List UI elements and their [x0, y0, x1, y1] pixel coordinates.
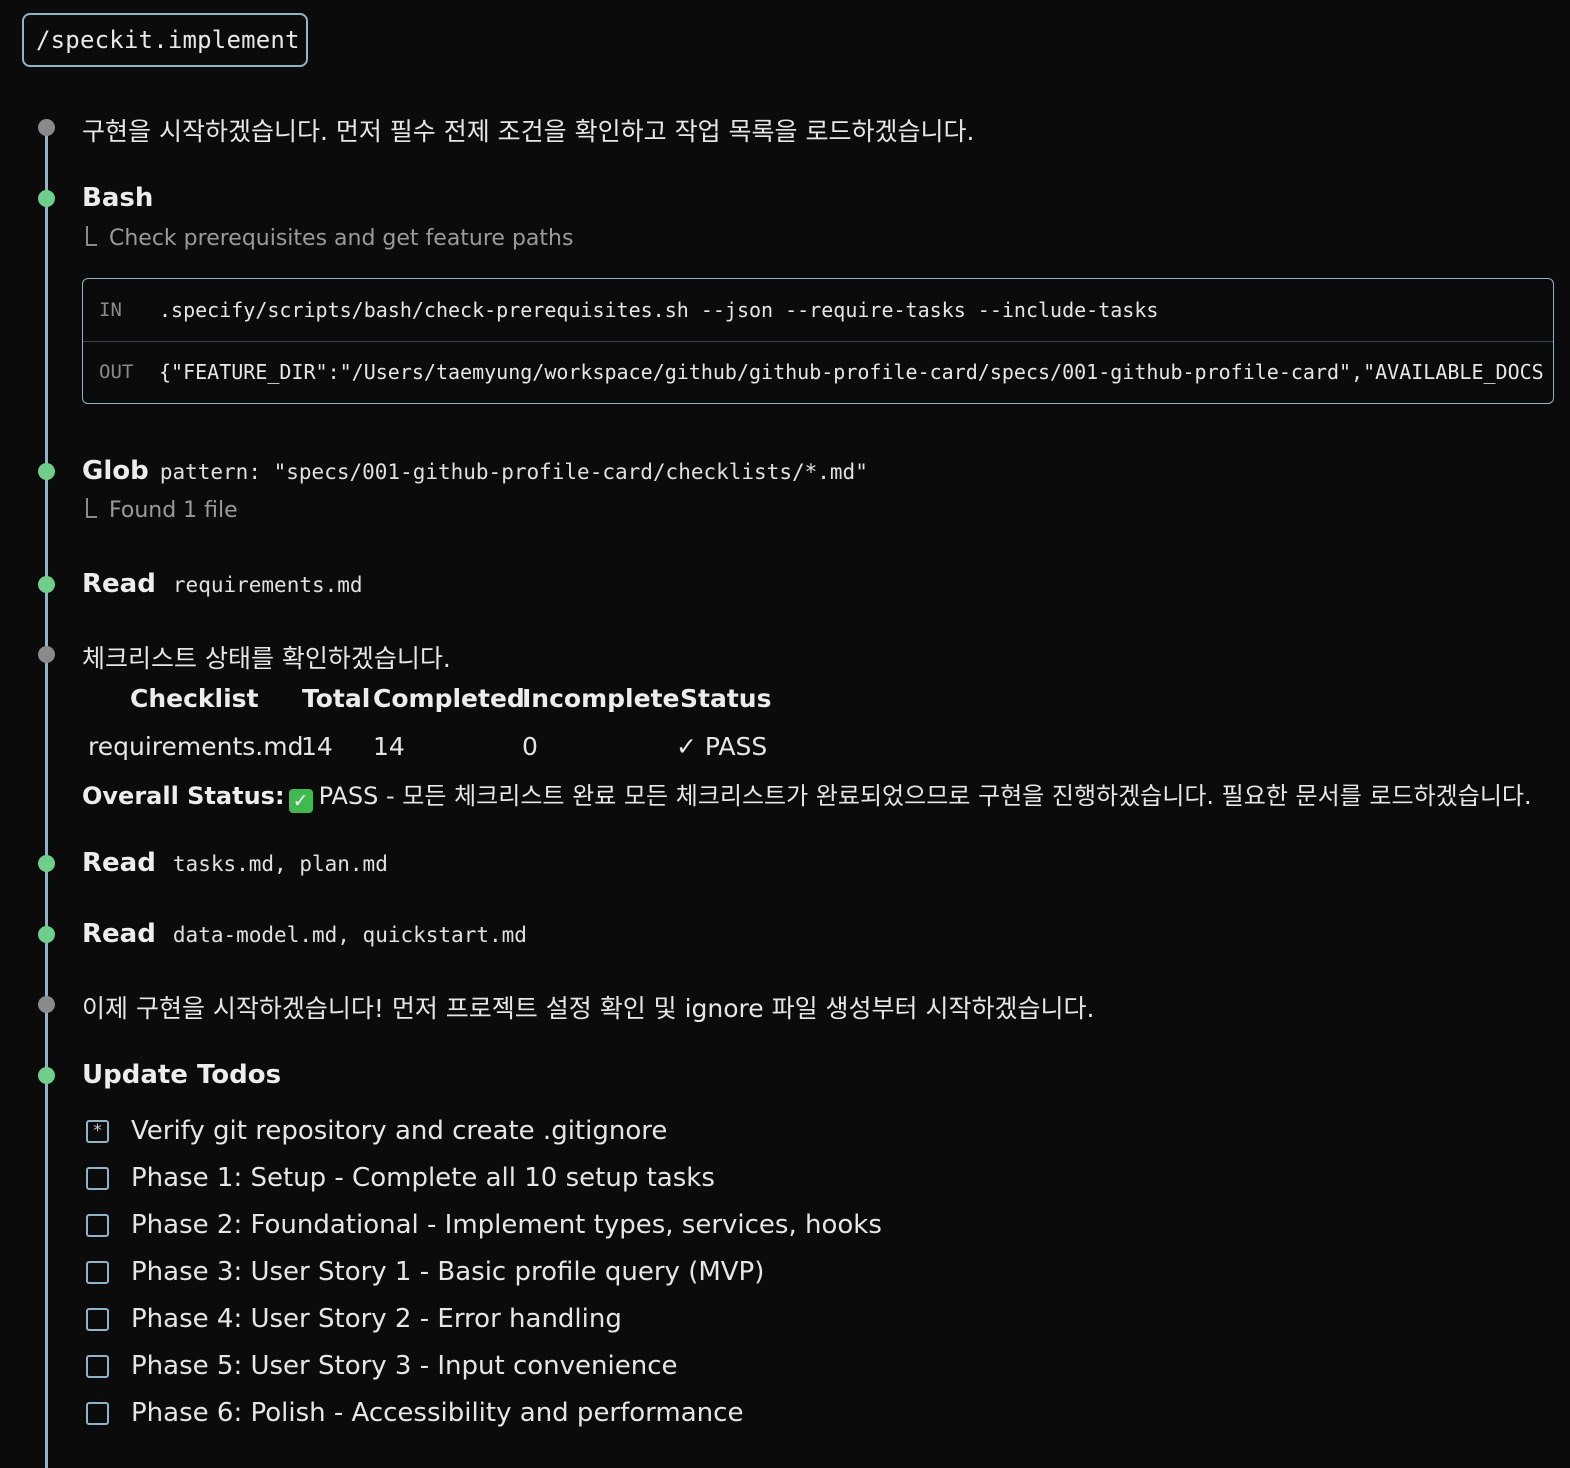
todo-label: Phase 2: Foundational - Implement types,…	[131, 1210, 882, 1240]
todo-checkbox[interactable]	[86, 1307, 109, 1331]
read-entry: Read tasks.md, plan.md	[82, 848, 388, 878]
io-in-label: IN	[99, 299, 122, 321]
todo-item[interactable]: Phase 2: Foundational - Implement types,…	[86, 1210, 882, 1240]
table-cell-checklist: requirements.md	[88, 732, 304, 761]
tool-title-read: Read	[82, 919, 156, 949]
glob-pattern: pattern: "specs/001-github-profile-card/…	[159, 460, 868, 484]
todo-checkbox[interactable]	[86, 1354, 109, 1378]
table-header-checklist: Checklist	[130, 684, 259, 713]
todo-label: Phase 4: User Story 2 - Error handling	[131, 1304, 622, 1334]
table-cell-completed: 14	[373, 732, 405, 761]
read-files: requirements.md	[172, 573, 363, 597]
tool-title-bash: Bash	[82, 183, 154, 213]
check-mark-icon: ✓	[288, 789, 313, 813]
tool-title-update-todos: Update Todos	[82, 1060, 282, 1090]
todo-label: Phase 5: User Story 3 - Input convenienc…	[131, 1351, 678, 1381]
todo-item[interactable]: Phase 4: User Story 2 - Error handling	[86, 1304, 622, 1334]
todo-checkbox[interactable]: *	[86, 1119, 109, 1143]
todo-label: Verify git repository and create .gitign…	[131, 1116, 668, 1146]
tool-title-glob: Glob	[82, 456, 149, 486]
timeline-dot-tool	[38, 855, 55, 872]
todo-label: Phase 6: Polish - Accessibility and perf…	[131, 1398, 744, 1428]
timeline-dot-tool	[38, 190, 55, 207]
read-files: data-model.md, quickstart.md	[172, 923, 527, 947]
table-cell-total: 14	[301, 732, 333, 761]
todo-item[interactable]: Phase 3: User Story 1 - Basic profile qu…	[86, 1257, 764, 1287]
overall-status-label: Overall Status:	[82, 782, 285, 810]
tool-title-read: Read	[82, 848, 156, 878]
table-header-total: Total	[302, 684, 371, 713]
tree-corner-icon	[86, 498, 97, 518]
timeline-line	[45, 128, 48, 1468]
bash-subtitle-text: Check prerequisites and get feature path…	[109, 226, 574, 251]
table-header-incomplete: Incomplete	[522, 684, 680, 713]
todo-item[interactable]: Phase 5: User Story 3 - Input convenienc…	[86, 1351, 678, 1381]
glob-header: Glob pattern: "specs/001-github-profile-…	[82, 456, 868, 486]
timeline-dot-tool	[38, 576, 55, 593]
command-chip[interactable]: /speckit.implement	[22, 13, 308, 67]
overall-status-text: PASS - 모든 체크리스트 완료 모든 체크리스트가 완료되었으므로 구현을…	[318, 782, 1532, 810]
tree-corner-icon	[86, 226, 97, 246]
timeline-dot-message	[38, 646, 55, 663]
timeline-dot-message	[38, 996, 55, 1013]
assistant-message: 구현을 시작하겠습니다. 먼저 필수 전제 조건을 확인하고 작업 목록을 로드…	[82, 117, 975, 146]
todo-checkbox[interactable]	[86, 1260, 109, 1284]
bash-output-row: OUT {"FEATURE_DIR":"/Users/taemyung/work…	[83, 341, 1553, 403]
todo-checkbox[interactable]	[86, 1166, 109, 1190]
todo-checkbox[interactable]	[86, 1401, 109, 1425]
timeline-dot-tool	[38, 463, 55, 480]
todo-checkbox[interactable]	[86, 1213, 109, 1237]
assistant-message: 이제 구현을 시작하겠습니다! 먼저 프로젝트 설정 확인 및 ignore 파…	[82, 994, 1095, 1023]
todo-item[interactable]: Phase 1: Setup - Complete all 10 setup t…	[86, 1163, 715, 1193]
timeline-dot-tool	[38, 926, 55, 943]
table-cell-status: ✓ PASS	[676, 732, 768, 761]
bash-output-text: {"FEATURE_DIR":"/Users/taemyung/workspac…	[159, 360, 1544, 384]
tool-title-read: Read	[82, 569, 156, 599]
table-cell-incomplete: 0	[522, 732, 538, 761]
read-entry: Read requirements.md	[82, 569, 363, 599]
glob-result: Found 1 file	[86, 498, 238, 523]
read-entry: Read data-model.md, quickstart.md	[82, 919, 527, 949]
todo-label: Phase 1: Setup - Complete all 10 setup t…	[131, 1163, 715, 1193]
timeline-dot-message	[38, 119, 55, 136]
table-header-completed: Completed	[373, 684, 525, 713]
todo-label: Phase 3: User Story 1 - Basic profile qu…	[131, 1257, 765, 1287]
bash-subtitle: Check prerequisites and get feature path…	[86, 226, 573, 251]
bash-input-command: .specify/scripts/bash/check-prerequisite…	[159, 298, 1159, 322]
bash-io-panel: IN .specify/scripts/bash/check-prerequis…	[82, 278, 1554, 404]
bash-input-row: IN .specify/scripts/bash/check-prerequis…	[83, 279, 1553, 342]
assistant-message: 체크리스트 상태를 확인하겠습니다.	[82, 644, 451, 673]
timeline-dot-tool	[38, 1067, 55, 1084]
todo-item[interactable]: Phase 6: Polish - Accessibility and perf…	[86, 1398, 743, 1428]
todo-item[interactable]: * Verify git repository and create .giti…	[86, 1116, 667, 1146]
io-out-label: OUT	[99, 361, 134, 383]
overall-status: Overall Status: ✓ PASS - 모든 체크리스트 완료 모든 체크…	[82, 776, 1532, 813]
read-files: tasks.md, plan.md	[172, 852, 388, 876]
glob-result-text: Found 1 file	[109, 498, 238, 523]
table-header-status: Status	[680, 684, 772, 713]
